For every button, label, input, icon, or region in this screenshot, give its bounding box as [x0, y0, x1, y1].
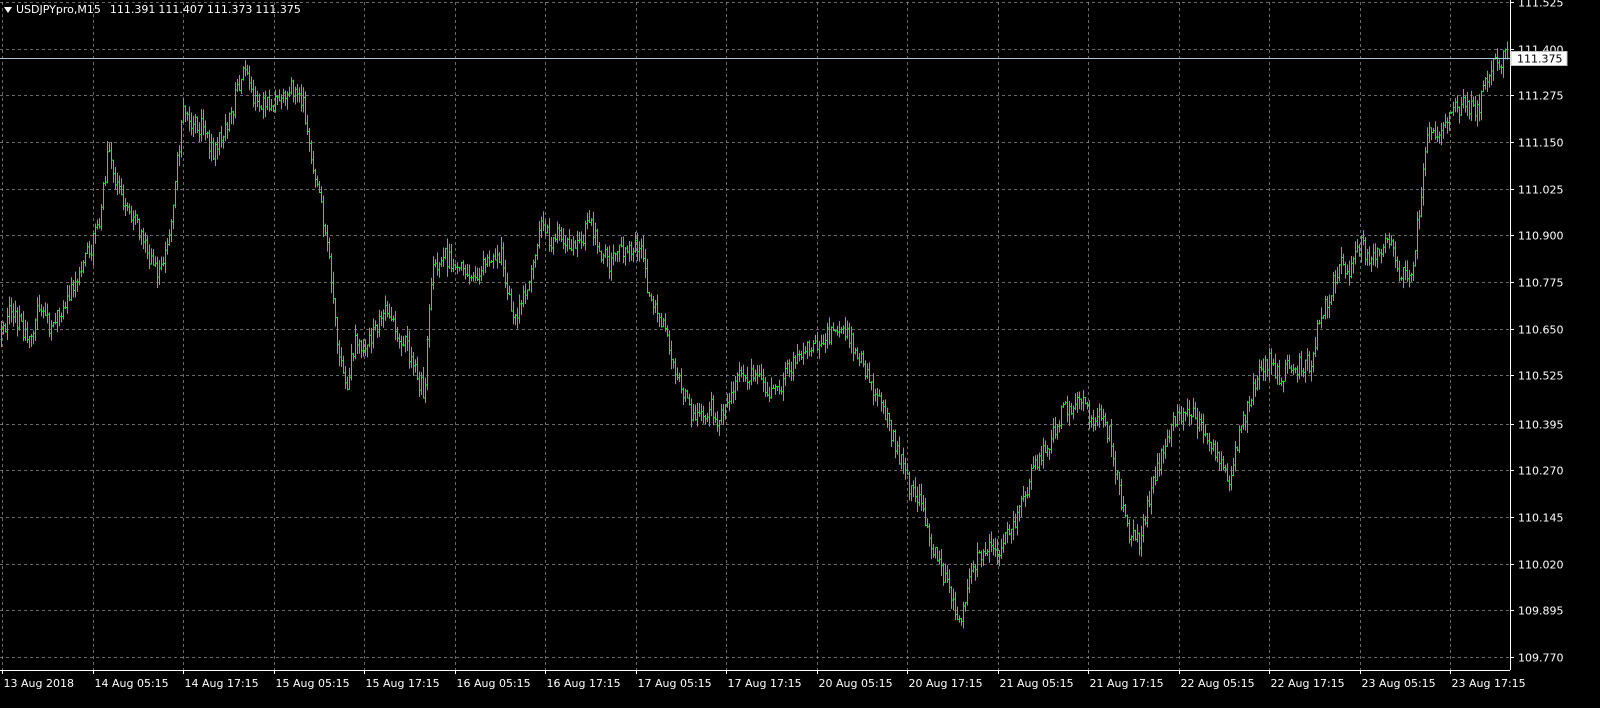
time-tick-label: 23 Aug 17:15: [1452, 677, 1526, 690]
price-tick-label: 111.150: [1518, 137, 1564, 150]
time-scale: 13 Aug 2018 14 Aug 05:15 14 Aug 17:15 15 Au…: [2, 670, 1526, 690]
price-tick-label: 110.395: [1518, 419, 1564, 432]
time-tick-label: 20 Aug 05:15: [819, 677, 893, 690]
time-tick-label: 22 Aug 05:15: [1181, 677, 1255, 690]
ohlc-close-value: 111.375: [255, 3, 301, 16]
chart-header: USDJPYpro,M15 111.391 111.407 111.373 11…: [4, 3, 301, 17]
time-tick-label: 16 Aug 17:15: [547, 677, 621, 690]
time-tick-label: 21 Aug 17:15: [1090, 677, 1164, 690]
price-scale: 111.525111.400111.275111.150111.025110.9…: [1510, 0, 1564, 665]
time-tick-label: 15 Aug 05:15: [276, 677, 350, 690]
chart-window: 111.525 111.400 111.275 111.150 111.025 110.9…: [0, 0, 1600, 708]
chart-axes: [0, 0, 1511, 671]
time-tick-label: 17 Aug 17:15: [728, 677, 802, 690]
ohlc-low-value: 111.373: [206, 3, 253, 16]
time-tick-label: 15 Aug 17:15: [366, 677, 440, 690]
price-tick-label: 109.770: [1518, 652, 1564, 665]
price-tick-label: 110.145: [1518, 512, 1564, 525]
time-tick-label: 14 Aug 17:15: [185, 677, 259, 690]
time-tick-label: 22 Aug 17:15: [1271, 677, 1345, 690]
triangle-down-icon[interactable]: [4, 7, 12, 13]
time-tick-label: 13 Aug 2018: [4, 677, 74, 690]
current-price-line: 111.375: [0, 51, 1568, 66]
time-tick-label: 20 Aug 17:15: [909, 677, 983, 690]
price-chart: 111.525111.400111.275111.150111.025110.9…: [0, 0, 1568, 690]
price-tick-label: 109.895: [1518, 605, 1564, 618]
ohlc-high-value: 111.407: [158, 3, 204, 16]
price-tick-label: 110.775: [1518, 277, 1564, 290]
price-tick-label: 111.525: [1518, 0, 1564, 10]
time-tick-label: 16 Aug 05:15: [457, 677, 531, 690]
time-tick-label: 14 Aug 05:15: [95, 677, 169, 690]
price-tick-label: 110.650: [1518, 324, 1564, 337]
time-tick-label: 23 Aug 05:15: [1362, 677, 1436, 690]
price-tick-label: 110.020: [1518, 559, 1564, 572]
price-tick-label: 111.025: [1518, 184, 1564, 197]
price-tick-label: 110.900: [1518, 230, 1564, 243]
ohlc-bars: [0, 41, 1509, 629]
price-tick-label: 110.525: [1518, 370, 1564, 383]
price-tick-label: 111.275: [1518, 90, 1564, 103]
chart-grid: [0, 2, 1510, 670]
ohlc-open-value: 111.391: [109, 3, 156, 16]
price-tick-label: 110.270: [1518, 465, 1564, 478]
current-price-label: 111.375: [1517, 53, 1563, 66]
chart-symbol-title: USDJPYpro,M15: [16, 3, 101, 16]
time-tick-label: 17 Aug 05:15: [638, 677, 712, 690]
time-tick-label: 21 Aug 05:15: [1000, 677, 1074, 690]
